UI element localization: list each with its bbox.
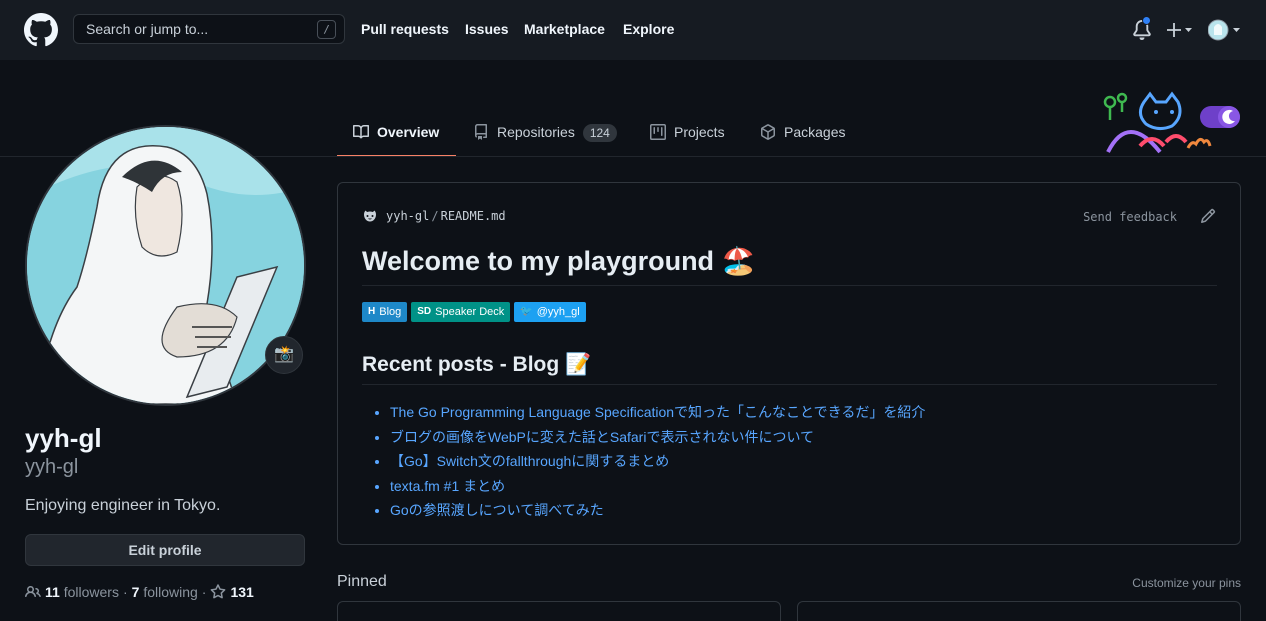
caret-down-icon (1233, 28, 1240, 32)
following-link[interactable]: 7 following (132, 584, 198, 600)
blog-badge[interactable]: H Blog (362, 302, 408, 322)
star-icon (211, 584, 226, 599)
send-feedback-link[interactable]: Send feedback (1083, 210, 1177, 224)
avatar-illustration (27, 127, 304, 404)
nav-pull-requests[interactable]: Pull requests (361, 21, 449, 37)
post-link[interactable]: Goの参照渡しについて調べてみた (390, 502, 604, 518)
pinned-heading: Pinned (337, 573, 387, 590)
pinned-card[interactable] (797, 601, 1241, 621)
nav-marketplace[interactable]: Marketplace (524, 21, 605, 37)
profile-decoration-illustration (1103, 91, 1240, 154)
user-menu[interactable] (1208, 18, 1244, 42)
caret-down-icon (1185, 28, 1192, 32)
divider (362, 384, 1217, 385)
top-header: Search or jump to... / Pull requests Iss… (0, 0, 1266, 60)
readme-path: yyh-gl / README.md (362, 208, 506, 224)
recent-posts-list: The Go Programming Language Specificatio… (390, 402, 925, 525)
list-item: 【Go】Switch文のfallthroughに関するまとめ (390, 451, 925, 476)
profile-fullname: yyh-gl (25, 423, 102, 453)
list-item: The Go Programming Language Specificatio… (390, 402, 925, 427)
stars-link[interactable]: 131 (210, 584, 254, 600)
twitter-badge[interactable]: 🐦 @yyh_gl (514, 302, 586, 322)
divider (362, 285, 1217, 286)
smiley-icon (364, 210, 376, 222)
tab-overview[interactable]: Overview (353, 124, 439, 156)
tab-projects-label: Projects (674, 124, 725, 140)
post-link[interactable]: The Go Programming Language Specificatio… (390, 404, 925, 420)
post-link[interactable]: texta.fm #1 まとめ (390, 478, 505, 494)
pencil-icon[interactable] (1200, 208, 1216, 224)
hatena-icon: H (368, 306, 376, 317)
badges-row: H Blog SD Speaker Deck 🐦 @yyh_gl (362, 302, 586, 322)
readme-card: yyh-gl / README.md Send feedback Welcome… (337, 182, 1241, 545)
readme-title: Welcome to my playground 🏖️ (362, 245, 756, 277)
repositories-count-badge: 124 (582, 124, 617, 142)
tab-packages[interactable]: Packages (760, 124, 845, 156)
search-placeholder: Search or jump to... (86, 21, 209, 37)
profile-username: yyh-gl (25, 456, 79, 478)
profile-bio: Enjoying engineer in Tokyo. (25, 497, 221, 514)
tab-overview-label: Overview (377, 124, 440, 140)
people-icon (25, 585, 41, 598)
tab-projects[interactable]: Projects (650, 124, 725, 156)
avatar[interactable] (25, 125, 306, 406)
twitter-icon: 🐦 (520, 306, 533, 317)
list-item: texta.fm #1 まとめ (390, 476, 925, 501)
recent-posts-heading: Recent posts - Blog 📝 (362, 353, 592, 376)
list-item: Goの参照渡しについて調べてみた (390, 500, 925, 525)
project-icon (650, 124, 666, 140)
package-icon (761, 124, 775, 140)
notification-indicator (1142, 16, 1151, 25)
book-icon (353, 124, 369, 139)
search-input[interactable]: Search or jump to... / (73, 14, 345, 44)
post-link[interactable]: ブログの画像をWebPに変えた話とSafariで表示されない件について (390, 429, 814, 445)
tab-packages-label: Packages (784, 124, 846, 140)
github-logo-icon[interactable] (24, 13, 58, 47)
customize-pins-link[interactable]: Customize your pins (1132, 576, 1241, 590)
create-new-menu[interactable] (1166, 18, 1194, 42)
camera-emoji-icon: 📸 (274, 346, 294, 363)
tab-repositories-label: Repositories (497, 124, 575, 140)
nav-explore[interactable]: Explore (623, 21, 674, 37)
followers-link[interactable]: 11 followers (45, 584, 119, 600)
search-shortcut-key: / (317, 20, 336, 39)
beach-emoji-icon: 🏖️ (721, 246, 756, 276)
memo-emoji-icon: 📝 (565, 353, 592, 376)
plus-icon (1167, 23, 1181, 37)
speaker-deck-icon: SD (417, 306, 432, 317)
set-status-button[interactable]: 📸 (265, 336, 303, 374)
post-link[interactable]: 【Go】Switch文のfallthroughに関するまとめ (390, 453, 669, 469)
readme-file-link[interactable]: README.md (441, 209, 506, 223)
nav-issues[interactable]: Issues (465, 21, 509, 37)
readme-owner-link[interactable]: yyh-gl (386, 209, 429, 223)
speaker-deck-badge[interactable]: SD Speaker Deck (411, 302, 511, 322)
list-item: ブログの画像をWebPに変えた話とSafariで表示されない件について (390, 427, 925, 452)
repo-icon (475, 124, 487, 140)
edit-profile-button[interactable]: Edit profile (25, 534, 305, 566)
tab-repositories[interactable]: Repositories 124 (473, 124, 617, 156)
follow-stats: 11 followers · 7 following · 131 (25, 584, 254, 600)
pinned-card[interactable] (337, 601, 781, 621)
